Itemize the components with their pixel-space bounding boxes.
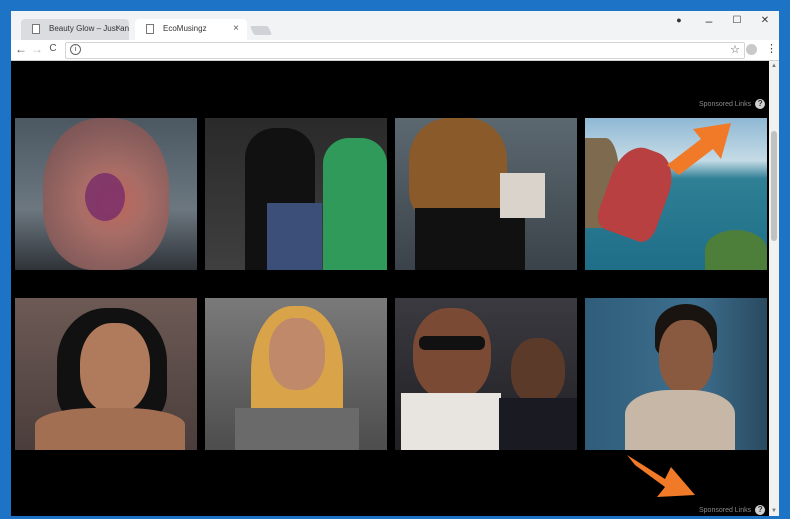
extension-icon[interactable]: [746, 44, 757, 55]
nose-shape: [85, 173, 125, 221]
ad-image-celebrity-1[interactable]: [15, 298, 197, 450]
close-tab-icon[interactable]: ×: [115, 23, 121, 34]
arrow-icon: [667, 123, 731, 175]
sponsored-links-bottom[interactable]: Sponsored Links?: [699, 505, 766, 515]
browser-window: Beauty Glow – Just anoth × EcoMusingz × …: [11, 11, 779, 516]
title-bar: Beauty Glow – Just anoth × EcoMusingz × …: [11, 11, 779, 40]
minimize-button[interactable]: –: [699, 14, 719, 28]
ad-image-old-man[interactable]: [15, 118, 197, 270]
page-content: Sponsored Links? Sponsored Links ?: [11, 61, 769, 516]
top-shape: [235, 408, 359, 450]
ad-image-shopping[interactable]: [395, 118, 577, 270]
help-icon[interactable]: ?: [755, 505, 766, 515]
tab-title: EcoMusingz: [163, 24, 207, 33]
suit-shape: [401, 393, 501, 450]
face-shape: [269, 318, 325, 390]
scrollbar-thumb[interactable]: [771, 131, 777, 241]
sponsored-label: Sponsored Links: [699, 101, 752, 108]
new-tab-button[interactable]: [249, 26, 273, 35]
ad-image-celebrity-2[interactable]: [205, 298, 387, 450]
menu-icon[interactable]: ⋮: [766, 42, 777, 55]
sunglasses-shape: [419, 336, 485, 350]
info-icon[interactable]: i: [70, 44, 81, 55]
head-shape: [511, 338, 565, 404]
page-icon: [146, 24, 154, 34]
bookmark-star-icon[interactable]: ☆: [730, 43, 740, 56]
ad-image-celebrity-3[interactable]: [395, 298, 577, 450]
face-shape: [80, 323, 150, 413]
head-shape: [413, 308, 491, 400]
face-shape: [659, 320, 713, 394]
help-icon[interactable]: ?: [755, 99, 766, 109]
close-tab-icon[interactable]: ×: [233, 23, 239, 34]
ad-image-crowd[interactable]: [205, 118, 387, 270]
sponsored-links-top[interactable]: Sponsored Links?: [699, 99, 766, 109]
tab-ecomusingz[interactable]: EcoMusingz ×: [135, 19, 247, 40]
suit-shape: [499, 398, 577, 450]
forward-button[interactable]: →: [30, 42, 44, 56]
dress-shape: [625, 390, 735, 450]
person-green: [323, 138, 387, 270]
shoulders-shape: [35, 408, 185, 450]
browser-toolbar: ← → C i ☆ ⋮: [11, 40, 779, 61]
close-window-button[interactable]: ✕: [755, 15, 775, 26]
address-bar[interactable]: i ☆: [65, 42, 745, 59]
reload-button[interactable]: C: [46, 43, 60, 54]
sponsored-label: Sponsored Links: [699, 507, 752, 514]
page-icon: [32, 24, 40, 34]
tab-beauty-glow[interactable]: Beauty Glow – Just anoth ×: [21, 19, 129, 40]
scroll-down-icon[interactable]: ▼: [771, 508, 777, 514]
scrollbar[interactable]: ▲ ▼: [769, 61, 779, 516]
jeans-shape: [267, 203, 322, 270]
profile-icon[interactable]: ●: [669, 15, 689, 25]
ad-image-celebrity-4[interactable]: [585, 298, 767, 450]
island-shape: [705, 230, 767, 270]
arrow-icon: [627, 455, 695, 497]
scroll-up-icon[interactable]: ▲: [771, 63, 777, 69]
box-shape: [500, 173, 545, 218]
maximize-button[interactable]: ☐: [727, 15, 747, 26]
back-button[interactable]: ←: [14, 42, 28, 56]
